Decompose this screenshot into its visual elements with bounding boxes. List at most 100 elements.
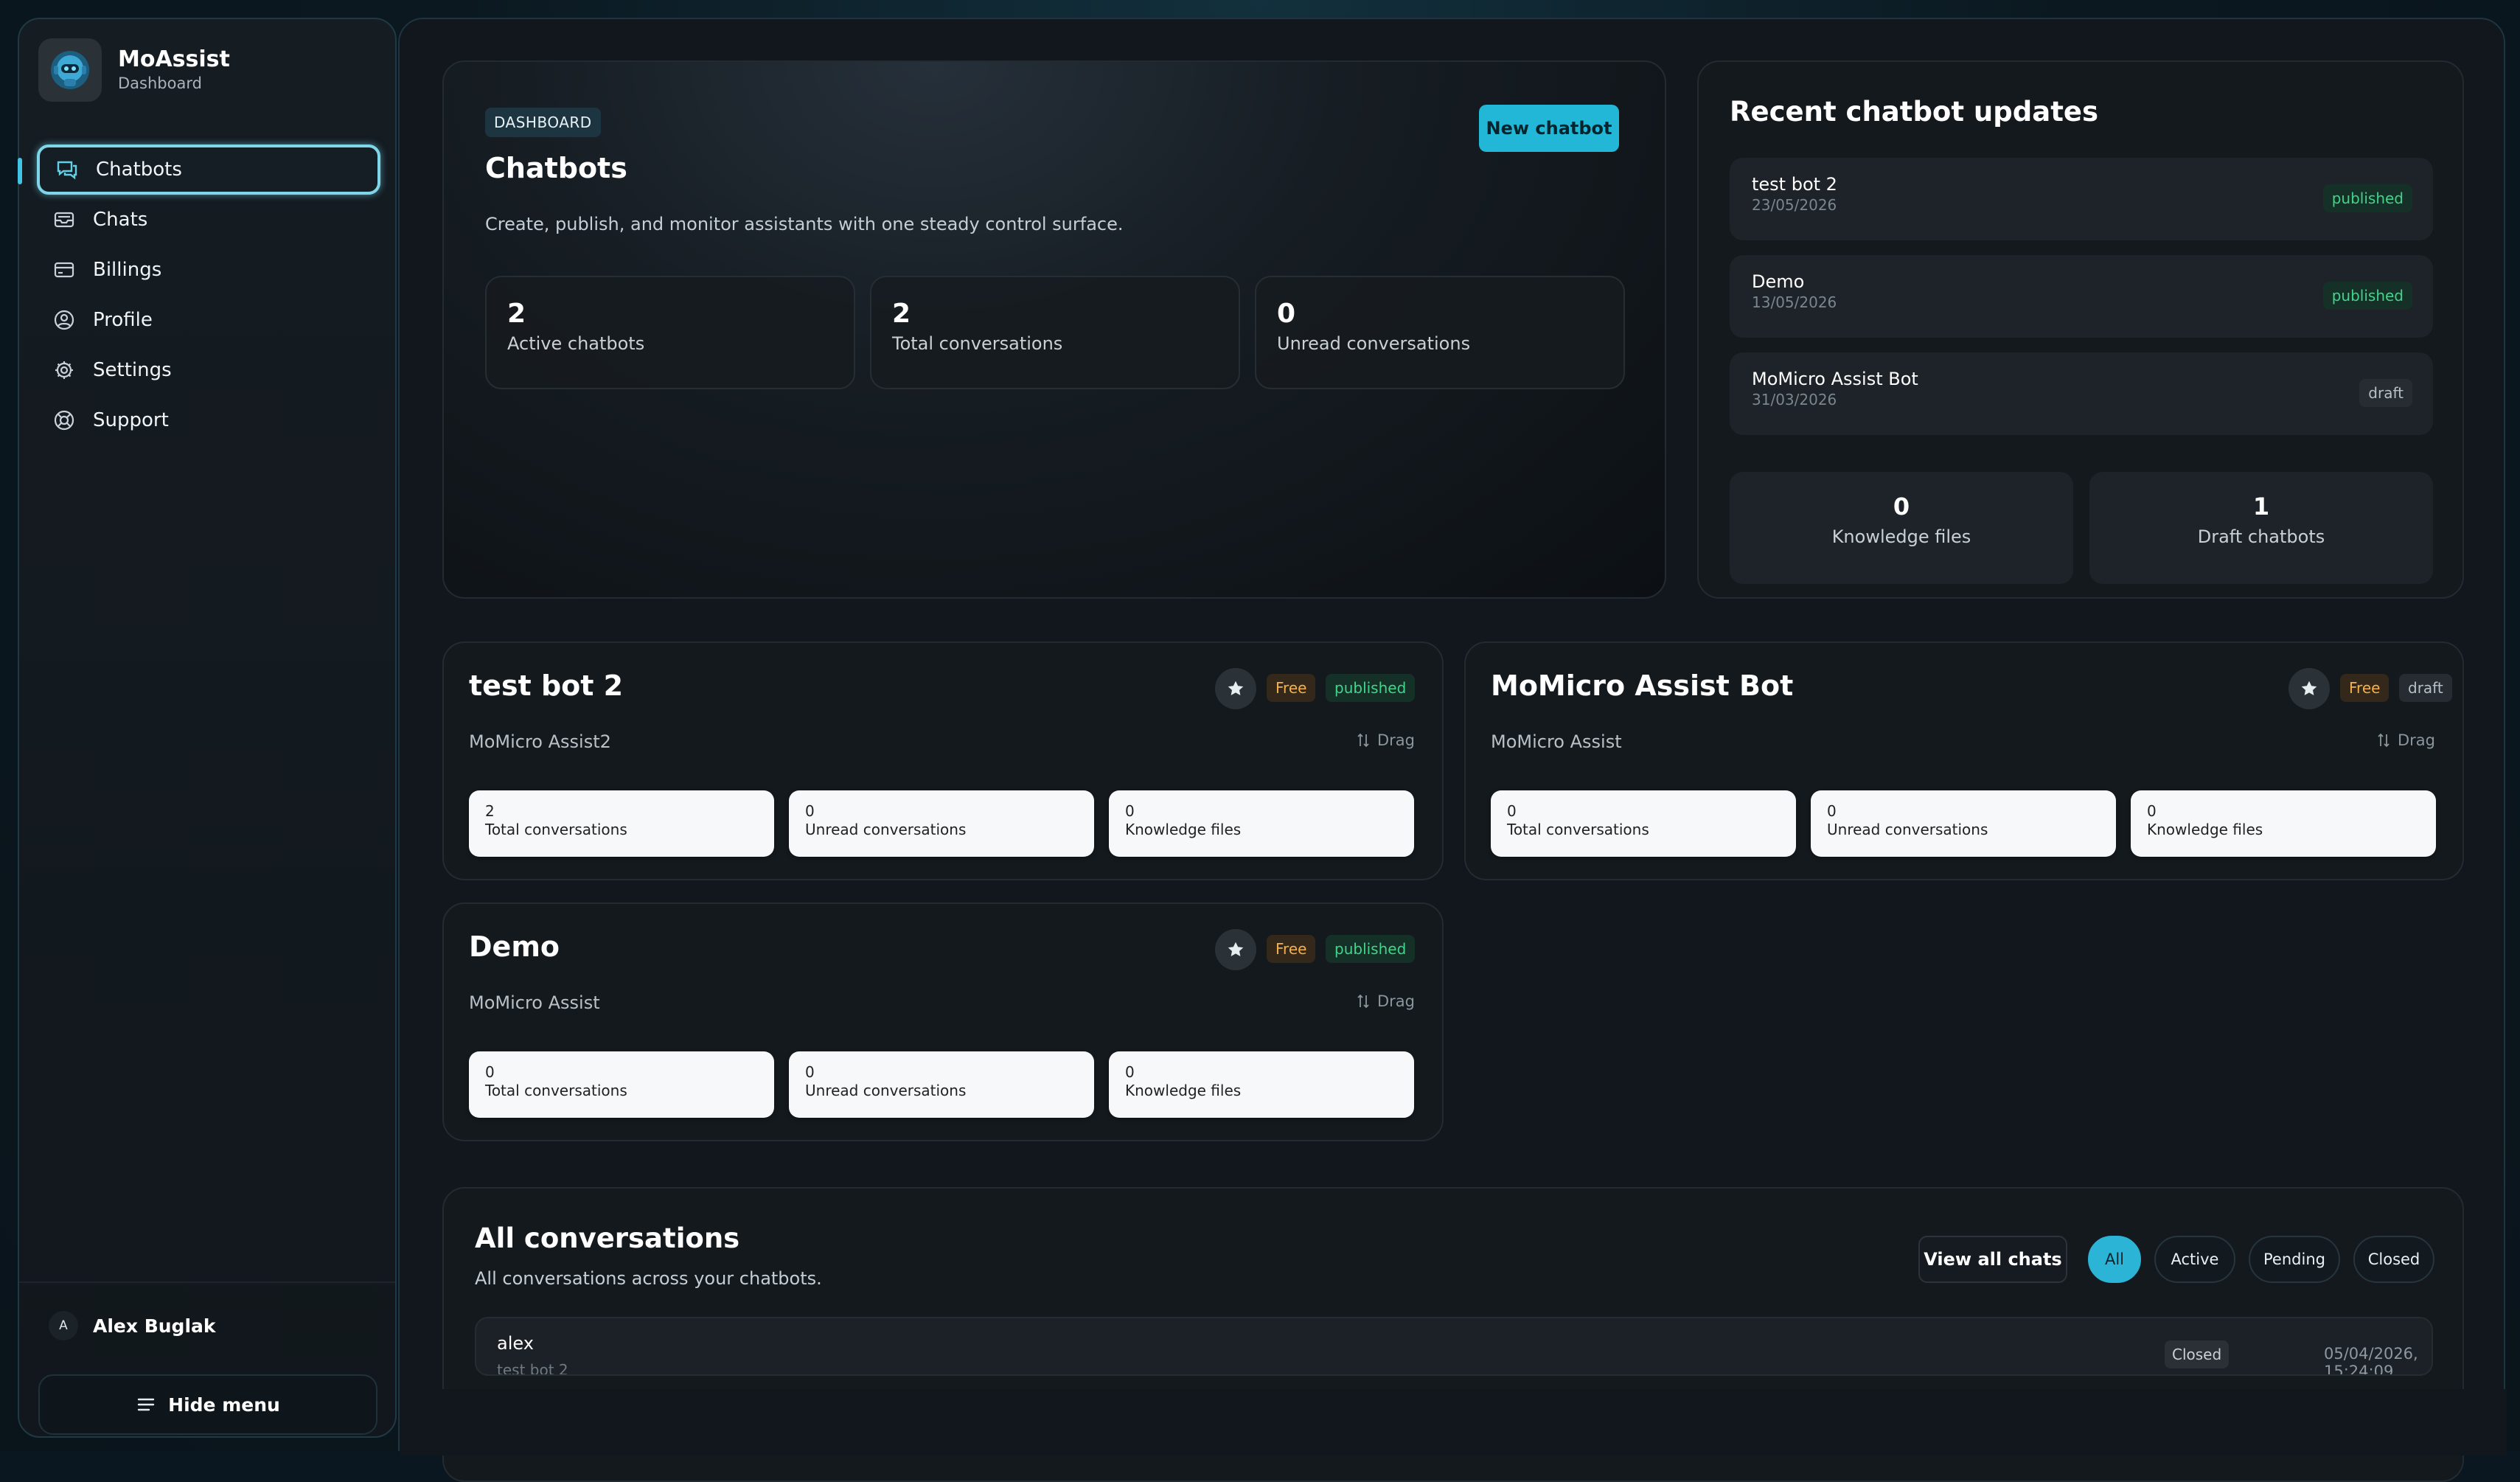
brand-name: MoAssist	[118, 46, 230, 72]
plan-badge: Free	[2340, 674, 2390, 702]
recent-updates-title: Recent chatbot updates	[1730, 96, 2099, 128]
stat-value: 0	[485, 1063, 495, 1081]
section-badge: DASHBOARD	[485, 108, 601, 137]
sidebar-item-billings[interactable]: Billings	[37, 245, 380, 295]
stat-label: Unread conversations	[1277, 333, 1471, 354]
chatbot-card[interactable]: test bot 2 Free published MoMicro Assist…	[442, 641, 1444, 880]
stat-label: Knowledge files	[2147, 821, 2263, 838]
stat-total-conversations: 2 Total conversations	[870, 276, 1240, 389]
drag-arrows-icon	[1355, 993, 1371, 1009]
view-all-chats-button[interactable]: View all chats	[1918, 1236, 2067, 1283]
chatbot-subtitle: MoMicro Assist2	[469, 731, 611, 752]
stat-value: 0	[2147, 802, 2157, 820]
plan-badge: Free	[1267, 674, 1316, 702]
sidebar-divider	[19, 1281, 395, 1283]
avatar: A	[49, 1311, 78, 1340]
mini-stat-knowledge-files: 0 Knowledge files	[2131, 790, 2436, 857]
favorite-star-icon[interactable]	[1215, 668, 1256, 709]
chatbot-title: MoMicro Assist Bot	[1491, 669, 1794, 702]
conversation-user: alex	[497, 1333, 534, 1354]
drag-handle[interactable]: Drag	[1355, 731, 1415, 749]
chatbot-card[interactable]: Demo Free published MoMicro Assist Drag …	[442, 902, 1444, 1141]
sidebar-item-settings[interactable]: Settings	[37, 345, 380, 395]
stat-active-chatbots: 2 Active chatbots	[485, 276, 855, 389]
conversation-bot: test bot 2	[497, 1361, 568, 1376]
chatbot-subtitle: MoMicro Assist	[469, 992, 600, 1013]
sidebar-item-support[interactable]: Support	[37, 395, 380, 445]
brand-subtitle: Dashboard	[118, 74, 202, 92]
page-title: Chatbots	[485, 152, 627, 184]
drag-handle[interactable]: Drag	[2375, 731, 2435, 749]
page-description: Create, publish, and monitor assistants …	[485, 214, 1124, 234]
stat-label: Total conversations	[1507, 821, 1649, 838]
mini-stat-unread-conversations: 0 Unread conversations	[789, 1051, 1094, 1118]
new-chatbot-button[interactable]: New chatbot	[1479, 105, 1619, 152]
stat-label: Knowledge files	[1831, 526, 1971, 547]
menu-lines-icon	[136, 1394, 156, 1415]
filter-active[interactable]: Active	[2154, 1236, 2235, 1283]
mini-stat-knowledge-files: 0 Knowledge files	[1109, 1051, 1414, 1118]
stat-value: 1	[2252, 493, 2270, 521]
mini-stat-unread-conversations: 0 Unread conversations	[789, 790, 1094, 857]
robot-logo-icon	[38, 38, 102, 102]
filter-pending[interactable]: Pending	[2249, 1236, 2340, 1283]
update-date: 23/05/2026	[1752, 196, 1837, 214]
stat-label: Total conversations	[485, 1082, 627, 1099]
stat-value: 0	[1507, 802, 1517, 820]
user-profile[interactable]: A Alex Buglak	[49, 1311, 216, 1340]
recent-update-item[interactable]: test bot 2 23/05/2026 published	[1730, 158, 2433, 240]
drag-handle[interactable]: Drag	[1355, 992, 1415, 1010]
sidebar-item-label: Profile	[93, 309, 153, 331]
mini-stat-total-conversations: 0 Total conversations	[1491, 790, 1796, 857]
sidebar-item-chatbots[interactable]: Chatbots	[18, 145, 380, 195]
recent-update-item[interactable]: MoMicro Assist Bot 31/03/2026 draft	[1730, 352, 2433, 435]
filter-closed[interactable]: Closed	[2353, 1236, 2434, 1283]
favorite-star-icon[interactable]	[2288, 668, 2330, 709]
favorite-star-icon[interactable]	[1215, 929, 1256, 970]
drag-arrows-icon	[1355, 732, 1371, 748]
inbox-icon	[52, 207, 77, 232]
filter-all[interactable]: All	[2088, 1236, 2141, 1283]
stat-knowledge-files: 0 Knowledge files	[1730, 472, 2073, 584]
bottom-bar	[400, 1389, 2507, 1455]
drag-label: Drag	[1377, 731, 1416, 749]
conversation-row[interactable]: alex test bot 2 Closed 05/04/2026, 15:24…	[475, 1317, 2433, 1376]
drag-label: Drag	[2398, 731, 2436, 749]
status-badge: published	[1326, 674, 1416, 702]
status-badge: draft	[2359, 379, 2412, 407]
stat-value: 2	[892, 299, 911, 329]
hide-menu-button[interactable]: Hide menu	[38, 1374, 377, 1435]
stat-label: Unread conversations	[1827, 821, 1988, 838]
sidebar-item-label: Chats	[93, 209, 148, 231]
update-name: test bot 2	[1752, 174, 1837, 195]
drag-arrows-icon	[2375, 732, 2392, 748]
sidebar-item-chats[interactable]: Chats	[37, 195, 380, 245]
stat-label: Total conversations	[892, 333, 1063, 354]
sidebar-item-label: Settings	[93, 359, 172, 381]
stat-label: Draft chatbots	[2197, 526, 2325, 547]
stat-label: Unread conversations	[805, 1082, 967, 1099]
stat-label: Active chatbots	[507, 333, 645, 354]
status-badge: published	[1326, 935, 1416, 963]
sidebar-item-profile[interactable]: Profile	[37, 295, 380, 345]
status-badge: published	[2322, 282, 2412, 310]
user-circle-icon	[52, 307, 77, 333]
sidebar-nav: Chatbots Chats Billings Profile Settings…	[18, 145, 380, 445]
stat-value: 0	[1277, 299, 1296, 329]
recent-update-item[interactable]: Demo 13/05/2026 published	[1730, 255, 2433, 338]
brand[interactable]: MoAssist Dashboard	[38, 38, 230, 102]
sidebar-item-label: Chatbots	[96, 159, 182, 181]
hide-menu-label: Hide menu	[168, 1394, 280, 1416]
recent-updates-panel: Recent chatbot updates test bot 2 23/05/…	[1697, 60, 2464, 599]
mini-stat-knowledge-files: 0 Knowledge files	[1109, 790, 1414, 857]
gear-icon	[52, 358, 77, 383]
stat-value: 0	[1827, 802, 1837, 820]
chatbot-card[interactable]: MoMicro Assist Bot Free draft MoMicro As…	[1464, 641, 2464, 880]
update-date: 13/05/2026	[1752, 293, 1837, 311]
user-name: Alex Buglak	[93, 1315, 216, 1337]
update-name: MoMicro Assist Bot	[1752, 369, 1918, 389]
conversation-time: 05/04/2026, 15:24:09	[2324, 1345, 2418, 1376]
credit-card-icon	[52, 257, 77, 282]
section-subtitle: All conversations across your chatbots.	[475, 1268, 822, 1289]
chat-bubbles-icon	[55, 157, 80, 182]
